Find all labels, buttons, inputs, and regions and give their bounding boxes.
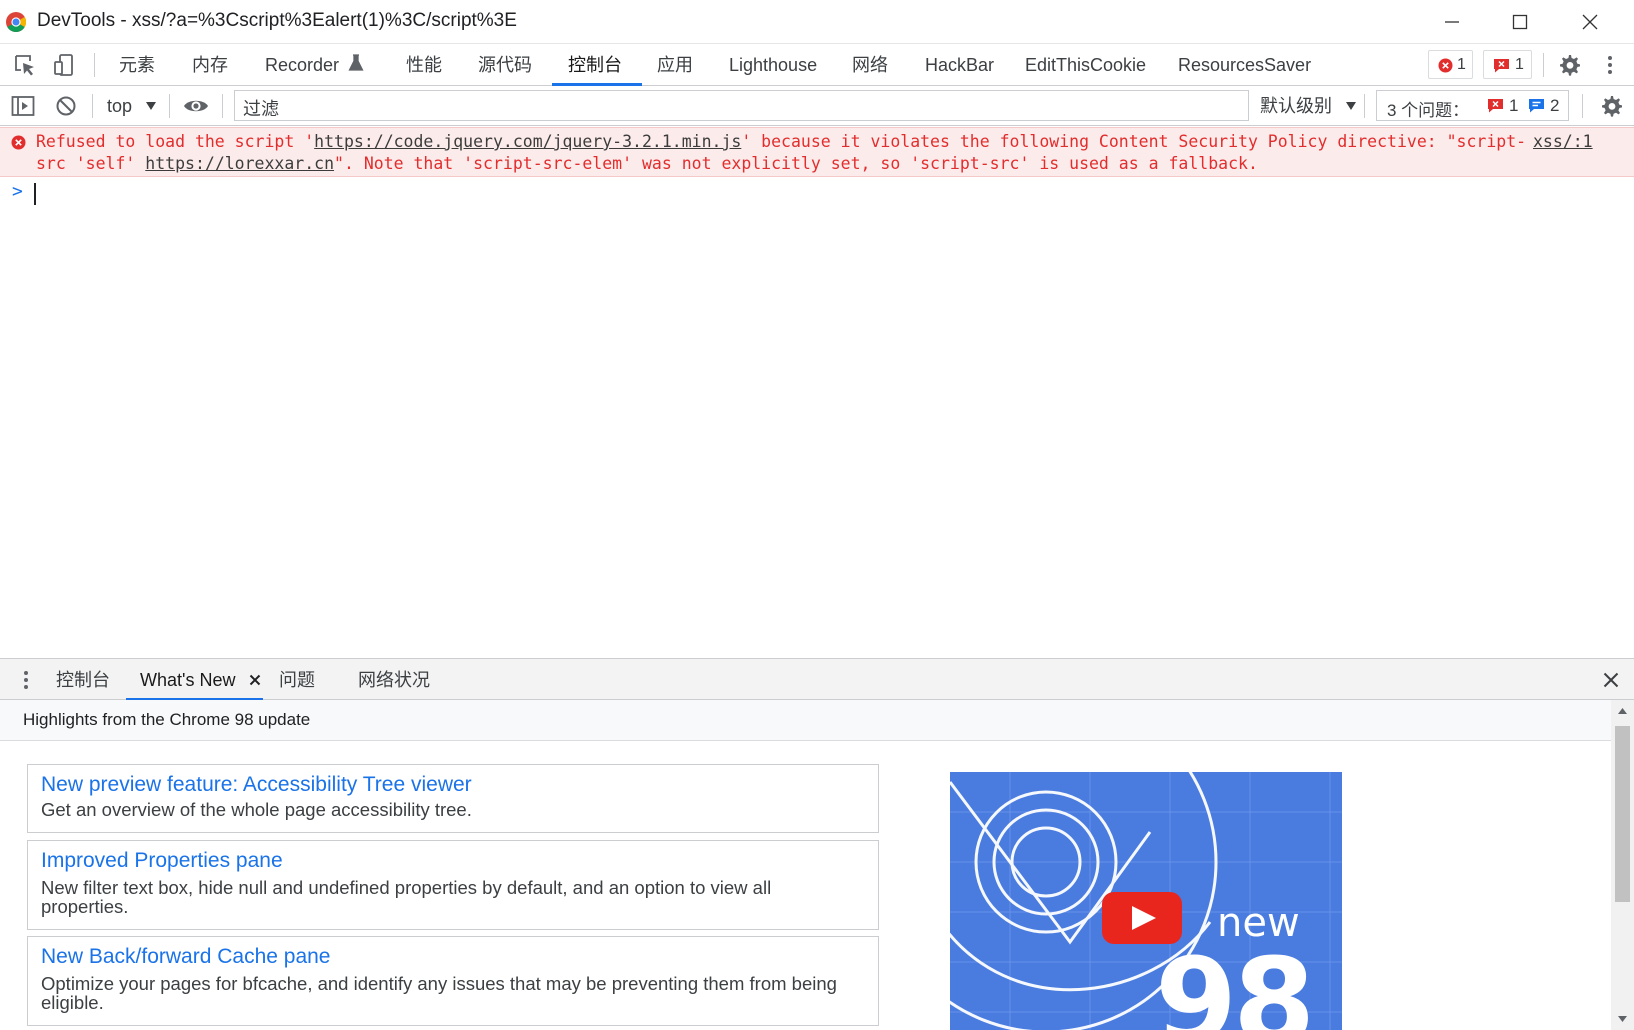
console-error-message: Refused to load the script 'https://code… xyxy=(0,127,1634,177)
filter-placeholder: 过滤 xyxy=(243,99,279,119)
tab-performance[interactable]: 性能 xyxy=(406,44,442,86)
tab-console[interactable]: 控制台 xyxy=(568,44,622,86)
drawer-tab-whats-new[interactable]: What's New xyxy=(140,659,261,701)
issues-error-count: 1 xyxy=(1509,96,1519,115)
maximize-button[interactable] xyxy=(1486,0,1554,44)
error-text-segment: ' because it violates the following Cont… xyxy=(741,132,1527,151)
scrollbar[interactable] xyxy=(1611,700,1634,1030)
feature-card[interactable]: New Back/forward Cache pane Optimize you… xyxy=(27,936,879,1026)
flask-icon xyxy=(348,54,364,71)
show-sidebar-icon[interactable] xyxy=(11,94,35,118)
error-message-text: Refused to load the script 'https://code… xyxy=(36,131,1526,175)
close-icon[interactable] xyxy=(1603,672,1619,688)
drawer-tab-network-conditions[interactable]: 网络状况 xyxy=(358,659,430,701)
issues-info-count: 2 xyxy=(1550,96,1560,115)
window-titlebar: DevTools - xss/?a=%3Cscript%3Ealert(1)%3… xyxy=(0,0,1634,44)
minimize-button[interactable] xyxy=(1418,0,1486,44)
console-prompt-icon: > xyxy=(12,181,23,202)
context-label: top xyxy=(107,96,133,116)
dropdown-arrow-icon xyxy=(146,102,157,110)
feature-card-description: Optimize your pages for bfcache, and ide… xyxy=(41,973,837,1013)
highlights-header: Highlights from the Chrome 98 update xyxy=(0,700,1611,741)
inspect-element-icon[interactable] xyxy=(13,53,37,77)
error-icon xyxy=(1438,58,1453,73)
whats-new-panel: Highlights from the Chrome 98 update New… xyxy=(0,700,1634,1030)
settings-gear-icon[interactable] xyxy=(1557,53,1581,77)
drawer-menu-icon[interactable] xyxy=(14,668,38,692)
issues-summary-label: 3 个问题： xyxy=(1387,101,1470,120)
tab-recorder[interactable]: Recorder xyxy=(265,44,364,86)
log-levels-dropdown[interactable]: 默认级别 xyxy=(1260,94,1357,118)
chrome-logo-icon xyxy=(6,12,26,32)
message-source-link[interactable]: xss/:1 xyxy=(1533,131,1593,153)
scroll-up-arrow-icon[interactable] xyxy=(1617,707,1628,715)
dropdown-arrow-icon xyxy=(1346,102,1357,110)
toolbar-divider xyxy=(222,94,223,118)
close-icon xyxy=(1582,14,1598,30)
error-count: 1 xyxy=(1457,56,1466,73)
error-text-segment: src 'self' xyxy=(36,154,146,173)
close-window-button[interactable] xyxy=(1556,0,1624,44)
toolbar-divider xyxy=(1543,53,1544,77)
devtools-tabbar: 元素 内存 Recorder 性能 源代码 控制台 应用 Lighthouse … xyxy=(0,44,1634,86)
window-title: DevTools - xss/?a=%3Cscript%3Ealert(1)%3… xyxy=(37,10,517,31)
tab-memory[interactable]: 内存 xyxy=(192,44,228,86)
thumbnail-version-number: 98 xyxy=(1155,932,1315,1030)
feature-card-title[interactable]: New Back/forward Cache pane xyxy=(41,945,330,969)
console-toolbar: top 过滤 默认级别 3 个问题： 1 2 xyxy=(0,86,1634,126)
issue-error-icon xyxy=(1494,59,1509,73)
issues-count: 1 xyxy=(1515,56,1524,73)
error-text-segment: Refused to load the script ' xyxy=(36,132,315,151)
tab-resourcessaver[interactable]: ResourcesSaver xyxy=(1178,44,1311,86)
drawer-tab-whats-new-label: What's New xyxy=(140,670,236,690)
device-toolbar-icon[interactable] xyxy=(52,53,76,77)
script-url-link[interactable]: https://code.jquery.com/jquery-3.2.1.min… xyxy=(314,132,741,151)
error-text-segment: ". Note that 'script-src-elem' was not e… xyxy=(334,154,1258,173)
close-tab-icon[interactable] xyxy=(249,674,261,686)
maximize-icon xyxy=(1512,14,1528,30)
toolbar-divider xyxy=(92,94,93,118)
tab-network[interactable]: 网络 xyxy=(852,44,888,86)
live-expression-eye-icon[interactable] xyxy=(182,94,210,118)
csp-source-link[interactable]: https://lorexxar.cn xyxy=(145,154,334,173)
tab-editthiscookie[interactable]: EditThisCookie xyxy=(1025,44,1146,86)
drawer-tab-issues[interactable]: 问题 xyxy=(279,659,315,701)
feature-card-title[interactable]: Improved Properties pane xyxy=(41,849,283,873)
highlights-title: Highlights from the Chrome 98 update xyxy=(23,710,311,729)
scrollbar-thumb[interactable] xyxy=(1615,726,1630,902)
feature-card-description: New filter text box, hide null and undef… xyxy=(41,877,772,917)
whats-new-video-thumbnail[interactable]: new 98 xyxy=(950,772,1342,1030)
tab-sources[interactable]: 源代码 xyxy=(478,44,532,86)
context-selector[interactable]: top xyxy=(107,94,157,118)
tab-elements[interactable]: 元素 xyxy=(119,44,155,86)
error-count-badge[interactable]: 1 xyxy=(1428,50,1473,79)
issues-count-badge[interactable]: 1 xyxy=(1483,50,1532,79)
tab-lighthouse[interactable]: Lighthouse xyxy=(729,44,817,86)
console-input-caret[interactable] xyxy=(34,183,36,205)
issue-info-icon xyxy=(1529,99,1544,113)
feature-card-title[interactable]: New preview feature: Accessibility Tree … xyxy=(41,773,472,797)
issue-error-icon xyxy=(1488,99,1503,113)
toolbar-divider xyxy=(94,53,95,77)
drawer-tab-console[interactable]: 控制台 xyxy=(56,659,110,701)
toolbar-divider xyxy=(169,94,170,118)
filter-input[interactable]: 过滤 xyxy=(234,90,1249,121)
more-options-icon[interactable] xyxy=(1598,53,1622,77)
tab-application[interactable]: 应用 xyxy=(657,44,693,86)
scroll-down-arrow-icon[interactable] xyxy=(1617,1015,1628,1023)
feature-card[interactable]: New preview feature: Accessibility Tree … xyxy=(27,764,879,833)
minimize-icon xyxy=(1445,21,1459,23)
toolbar-divider xyxy=(1582,94,1583,118)
tab-hackbar[interactable]: HackBar xyxy=(925,44,994,86)
clear-console-icon[interactable] xyxy=(54,94,78,118)
issues-summary-button[interactable]: 3 个问题： 1 2 xyxy=(1376,90,1569,121)
tab-recorder-label: Recorder xyxy=(265,55,340,75)
log-levels-label: 默认级别 xyxy=(1260,96,1332,116)
error-icon xyxy=(11,135,26,150)
feature-card-description: Get an overview of the whole page access… xyxy=(41,799,472,820)
feature-card[interactable]: Improved Properties pane New filter text… xyxy=(27,840,879,930)
console-settings-gear-icon[interactable] xyxy=(1599,94,1623,118)
toolbar-divider xyxy=(1364,94,1365,118)
drawer-tabbar: 控制台 What's New 问题 网络状况 xyxy=(0,658,1634,701)
